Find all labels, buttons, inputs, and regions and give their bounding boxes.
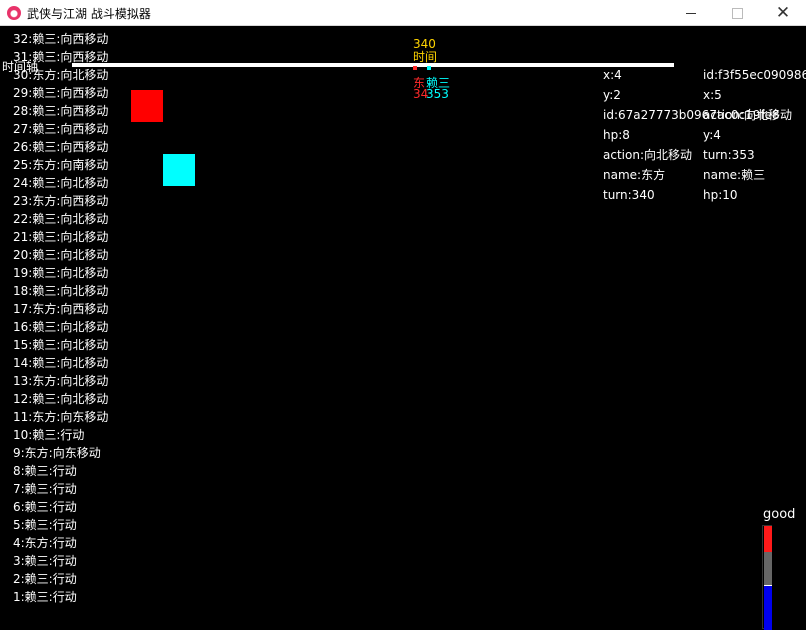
log-entry: 7:赖三:行动 (13, 482, 77, 496)
log-entry: 20:赖三:向北移动 (13, 248, 109, 262)
lai-name: name:赖三 (703, 168, 766, 182)
window-title: 武侠与江湖 战斗模拟器 (27, 7, 151, 21)
log-entry: 5:赖三:行动 (13, 518, 77, 532)
timeline-lai-value: 353 (426, 87, 449, 101)
lai-info-panel: id:f3f55ec090986c x:5 action:向北移动 y:4 tu… (703, 65, 806, 205)
gauge-blue-segment (764, 586, 772, 630)
lai-id: id:f3f55ec090986c (703, 68, 806, 82)
log-entry: 4:东方:行动 (13, 536, 77, 550)
log-entry: 25:东方:向南移动 (13, 158, 109, 172)
log-entry: 22:赖三:向北移动 (13, 212, 109, 226)
app-icon (7, 6, 21, 20)
close-icon: ✕ (775, 3, 791, 23)
log-entry: 3:赖三:行动 (13, 554, 77, 568)
timeline-label: 时间轴 (2, 60, 39, 74)
log-entry: 1:赖三:行动 (13, 590, 77, 604)
log-entry: 18:赖三:向北移动 (13, 284, 109, 298)
log-entry: 13:东方:向北移动 (13, 374, 109, 388)
log-entry: 24:赖三:向北移动 (13, 176, 109, 190)
timeline-current-label: 时间 (413, 50, 438, 64)
gauge-label: good (763, 507, 796, 522)
log-entry: 26:赖三:向西移动 (13, 140, 109, 154)
log-entry: 27:赖三:向西移动 (13, 122, 109, 136)
close-button[interactable]: ✕ (760, 0, 806, 26)
log-entry: 12:赖三:向北移动 (13, 392, 109, 406)
log-entry: 28:赖三:向西移动 (13, 104, 109, 118)
lai-x: x:5 (703, 88, 722, 102)
log-entry: 16:赖三:向北移动 (13, 320, 109, 334)
log-entry: 11:东方:向东移动 (13, 410, 109, 424)
timeline-lai-marker: 赖三 353 (426, 77, 450, 101)
timeline-current-marker: 340 时间 (413, 38, 437, 64)
maximize-button[interactable] (714, 0, 760, 26)
title-bar: 武侠与江湖 战斗模拟器 ✕ (0, 0, 806, 26)
minimize-button[interactable] (668, 0, 714, 26)
timeline-lai-tick (427, 66, 431, 70)
log-entry: 17:东方:向西移动 (13, 302, 109, 316)
battle-log: 32:赖三:向西移动 31:赖三:向西移动 30:东方:向北移动 29:赖三:向… (13, 30, 108, 606)
lai-hp: hp:10 (703, 188, 738, 202)
timeline-east-tick (413, 66, 417, 70)
log-entry: 8:赖三:行动 (13, 464, 77, 478)
log-entry: 2:赖三:行动 (13, 572, 77, 586)
log-entry: 6:赖三:行动 (13, 500, 77, 514)
lai-turn: turn:353 (703, 148, 755, 162)
lai-y: y:4 (703, 128, 721, 142)
log-entry: 29:赖三:向西移动 (13, 86, 109, 100)
log-entry: 14:赖三:向北移动 (13, 356, 109, 370)
log-entry: 23:东方:向西移动 (13, 194, 109, 208)
lai-unit-square[interactable] (163, 154, 195, 186)
log-entry: 32:赖三:向西移动 (13, 32, 109, 46)
east-unit-square[interactable] (131, 90, 163, 122)
gauge-red-segment (764, 526, 772, 552)
timeline-bar (72, 63, 674, 67)
minimize-icon (686, 12, 696, 14)
good-gauge (762, 525, 772, 630)
log-entry: 9:东方:向东移动 (13, 446, 101, 460)
gauge-gray-segment (764, 552, 772, 585)
log-entry: 21:赖三:向北移动 (13, 230, 109, 244)
log-entry: 19:赖三:向北移动 (13, 266, 109, 280)
maximize-icon (731, 7, 743, 19)
log-entry: 10:赖三:行动 (13, 428, 85, 442)
lai-action: action:向北移动 (703, 108, 792, 122)
log-entry: 15:赖三:向北移动 (13, 338, 109, 352)
